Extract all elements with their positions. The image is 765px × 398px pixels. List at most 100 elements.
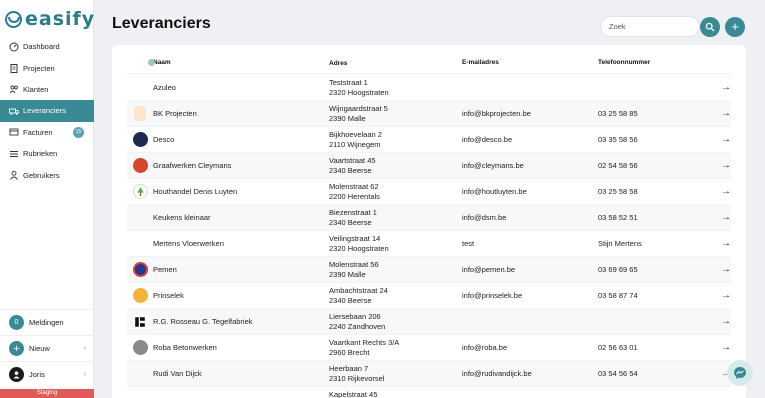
prinselek-logo-icon	[132, 288, 148, 303]
sidebar-item-gebruikers[interactable]: Gebruikers	[0, 164, 94, 185]
add-supplier-button[interactable]: +	[725, 16, 745, 37]
table-row[interactable]: Desco Bijkhoevelaan 2 2110 Wijnegem info@…	[127, 127, 731, 153]
arrow-right-icon[interactable]: →	[716, 342, 731, 353]
desco-logo-icon	[132, 132, 148, 147]
address-line-2: 2240 Zandhoven	[329, 321, 386, 331]
table-row[interactable]: R.G. Rosseau G. Tegelfabriek Liersebaan …	[127, 309, 731, 335]
search-input[interactable]	[600, 16, 700, 37]
arrow-right-icon[interactable]: →	[716, 238, 731, 249]
address-line-1: Teststraat 1	[329, 77, 368, 87]
rg-logo-icon	[132, 314, 148, 329]
arrow-right-icon[interactable]: →	[716, 290, 731, 301]
column-header-email[interactable]: E-mailadres	[462, 59, 598, 73]
supplier-name: BK Projecten	[153, 109, 197, 118]
notifications-label: Meldingen	[29, 318, 64, 327]
supplier-logo	[127, 262, 153, 277]
sidebar-item-dashboard[interactable]: Dashboard	[0, 36, 94, 57]
table-row[interactable]: Roba Betonwerken Vaartkant Rechts 3/A 296…	[127, 335, 731, 361]
table-row[interactable]: Prinselek Ambachtstraat 24 2340 Beerse in…	[127, 283, 731, 309]
luyten-logo-icon	[132, 184, 148, 199]
table-row[interactable]: BK Projecten Wijngaardstraat 5 2390 Malle…	[127, 101, 731, 127]
arrow-right-icon[interactable]: →	[716, 186, 731, 197]
supplier-phone: 03 35 58 56	[598, 135, 638, 144]
address-line-1: Vaartkant Rechts 3/A	[329, 337, 400, 347]
supplier-phone: 03 54 56 54	[598, 369, 638, 378]
page-title: Leveranciers	[112, 15, 211, 32]
address-line-2: 2340 Beerse	[329, 165, 372, 175]
avatar	[9, 367, 24, 382]
table-row[interactable]: Graafwerken Cleymans Vaartstraat 45 2340 …	[127, 153, 731, 179]
notifications-button[interactable]: 0 Meldingen	[0, 309, 94, 335]
arrow-right-icon[interactable]: →	[716, 160, 731, 171]
sidebar-item-label: Projecten	[23, 63, 55, 73]
supplier-logo	[127, 106, 153, 121]
address-line-2: 2320 Hoogstraten	[329, 243, 389, 253]
supplier-address: Teststraat 1 2320 Hoogstraten	[329, 78, 462, 98]
supplier-email: info@bkprojecten.be	[462, 109, 531, 118]
plus-icon: +	[731, 19, 739, 34]
supplier-phone: 03 25 58 58	[598, 187, 638, 196]
users-icon	[9, 84, 19, 94]
messenger-icon	[734, 367, 746, 379]
table-row[interactable]: Pemen Molenstraat 56 2390 Malle info@peme…	[127, 257, 731, 283]
supplier-address: Vaartkant Rechts 3/A 2960 Brecht	[329, 338, 462, 358]
sidebar-item-rubrieken[interactable]: Rubrieken	[0, 143, 94, 164]
address-line-2: 2390 Malle	[329, 269, 366, 279]
dashboard-icon	[9, 42, 19, 52]
supplier-name: Roba Betonwerken	[153, 343, 217, 352]
supplier-email: test	[462, 239, 475, 248]
arrow-right-icon[interactable]: →	[716, 82, 731, 93]
supplier-address: Ambachtstraat 24 2340 Beerse	[329, 286, 462, 306]
arrow-right-icon[interactable]: →	[716, 212, 731, 223]
address-line-1: Bijkhoevelaan 2	[329, 129, 382, 139]
staging-badge: Staging	[0, 389, 94, 398]
table-row[interactable]: Houthandel Denis Luyten Molenstraat 62 22…	[127, 179, 731, 205]
cleymans-logo-icon	[132, 158, 148, 173]
supplier-name: Desco	[153, 135, 175, 144]
sidebar-nav: Dashboard Projecten Klanten Leveranciers…	[0, 36, 94, 186]
supplier-phone: 03 25 58 85	[598, 109, 638, 118]
table-row[interactable]: Mertens Vloerwerken Veilingstraat 14 2320…	[127, 231, 731, 257]
supplier-logo	[127, 158, 153, 173]
table-row[interactable]: Rudi Van Dijck Heerbaan 7 2310 Rijkevorse…	[127, 361, 731, 387]
user-menu[interactable]: Joris ›	[0, 361, 94, 387]
column-header-telefoon[interactable]: Telefoonnummer	[598, 59, 716, 73]
sidebar-item-leveranciers[interactable]: Leveranciers	[0, 100, 94, 122]
supplier-email: info@rudivandijck.be	[462, 369, 532, 378]
address-line-1: Heerbaan 7	[329, 363, 369, 373]
select-all-checkbox[interactable]	[148, 59, 155, 66]
supplier-phone: 03 58 87 74	[598, 291, 638, 300]
table-row[interactable]: Keukens kleinaar Biezenstraat 1 2340 Beer…	[127, 205, 731, 231]
new-button[interactable]: + Nieuw ›	[0, 335, 94, 361]
app-logo[interactable]: easify	[5, 8, 95, 30]
bk-logo-icon	[134, 106, 146, 121]
search-button[interactable]	[700, 16, 720, 37]
address-line-1: Veilingstraat 14	[329, 233, 381, 243]
arrow-right-icon[interactable]: →	[716, 264, 731, 275]
column-header-adres[interactable]: Adres	[329, 59, 462, 73]
logo-text: easify	[25, 8, 96, 30]
arrow-right-icon[interactable]: →	[716, 108, 731, 119]
sidebar-item-facturen[interactable]: Facturen 15	[0, 122, 94, 143]
supplier-address: Veilingstraat 14 2320 Hoogstraten	[329, 234, 462, 254]
chat-widget-button[interactable]	[727, 360, 753, 386]
table-row[interactable]: Kapelstraat 45	[127, 387, 731, 398]
supplier-email: info@cleymans.be	[462, 161, 524, 170]
table-row[interactable]: Azuleo Teststraat 1 2320 Hoogstraten →	[127, 75, 731, 101]
address-line-2: 2960 Brecht	[329, 347, 370, 357]
supplier-logo	[127, 288, 153, 303]
search-icon	[705, 22, 715, 31]
supplier-address: Kapelstraat 45	[329, 390, 462, 398]
truck-icon	[9, 106, 19, 116]
supplier-email: info@prinselek.be	[462, 291, 523, 300]
sidebar-item-label: Leveranciers	[23, 106, 66, 116]
arrow-right-icon[interactable]: →	[716, 134, 731, 145]
column-header-naam[interactable]: Naam	[153, 59, 329, 73]
arrow-right-icon[interactable]: →	[716, 316, 731, 327]
address-line-1: Ambachtstraat 24	[329, 285, 388, 295]
supplier-name: R.G. Rosseau G. Tegelfabriek	[153, 317, 253, 326]
sidebar-item-projecten[interactable]: Projecten	[0, 57, 94, 78]
sidebar-item-label: Dashboard	[23, 42, 60, 52]
sidebar-item-klanten[interactable]: Klanten	[0, 79, 94, 100]
supplier-address: Liersebaan 206 2240 Zandhoven	[329, 312, 462, 332]
